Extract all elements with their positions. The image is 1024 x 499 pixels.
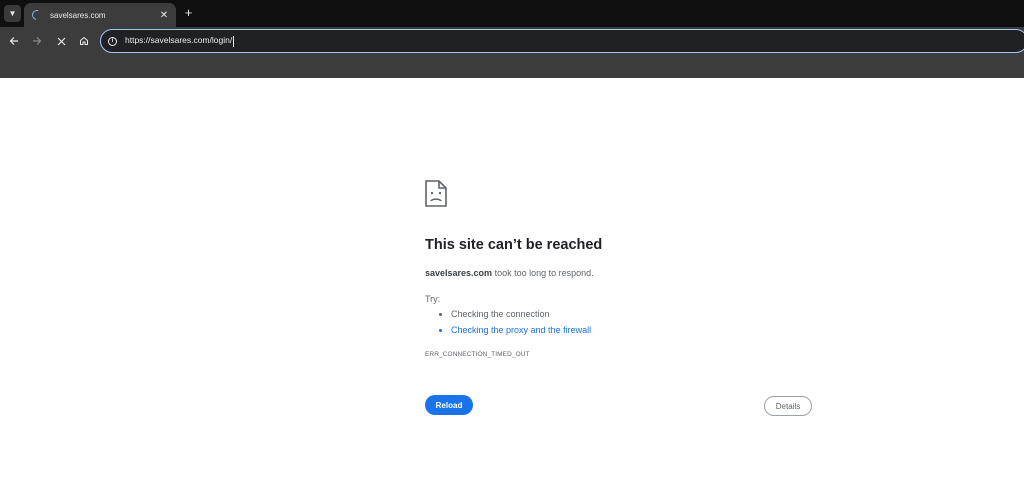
forward-arrow-icon bbox=[33, 37, 42, 45]
try-label: Try: bbox=[425, 294, 441, 304]
back-button[interactable] bbox=[5, 32, 23, 50]
close-icon[interactable]: ✕ bbox=[157, 8, 171, 22]
details-button[interactable]: Details bbox=[764, 396, 812, 416]
error-code: ERR_CONNECTION_TIMED_OUT bbox=[425, 351, 530, 358]
info-icon[interactable]: i bbox=[108, 36, 117, 46]
error-title: This site can’t be reached bbox=[425, 237, 603, 253]
forward-button[interactable] bbox=[28, 32, 46, 50]
reload-button[interactable]: Reload bbox=[425, 395, 473, 415]
home-icon bbox=[80, 36, 88, 45]
address-bar[interactable]: i https://savelsares.com/login/ bbox=[100, 29, 1024, 53]
new-tab-button[interactable]: + bbox=[181, 5, 196, 20]
error-summary: savelsares.com took too long to respond. bbox=[425, 268, 594, 278]
toolbar: i https://savelsares.com/login/ bbox=[0, 27, 1024, 55]
toolbar-lower-band bbox=[0, 55, 1024, 78]
chevron-down-icon: ▼ bbox=[8, 9, 17, 18]
suggestion-list: Checking the connection Checking the pro… bbox=[437, 309, 591, 341]
tab-strip: ▼ savelsares.com ✕ + bbox=[0, 0, 1024, 27]
spinner-icon bbox=[30, 8, 44, 22]
error-summary-text: took too long to respond. bbox=[492, 268, 594, 278]
tab-title: savelsares.com bbox=[50, 10, 106, 20]
stop-button[interactable] bbox=[52, 32, 70, 50]
text-caret bbox=[233, 35, 235, 47]
tab-active[interactable]: savelsares.com ✕ bbox=[24, 3, 176, 27]
back-arrow-icon bbox=[9, 37, 18, 45]
url-text[interactable]: https://savelsares.com/login/ bbox=[125, 35, 235, 47]
home-button[interactable] bbox=[75, 32, 93, 50]
page-content bbox=[0, 78, 1024, 499]
suggestion-check-connection: Checking the connection bbox=[451, 309, 591, 325]
stop-icon bbox=[57, 37, 65, 45]
error-host: savelsares.com bbox=[425, 268, 493, 278]
sad-page-icon bbox=[425, 180, 447, 207]
tab-search-button[interactable]: ▼ bbox=[4, 5, 21, 22]
suggestion-check-proxy-link[interactable]: Checking the proxy and the firewall bbox=[451, 325, 591, 341]
